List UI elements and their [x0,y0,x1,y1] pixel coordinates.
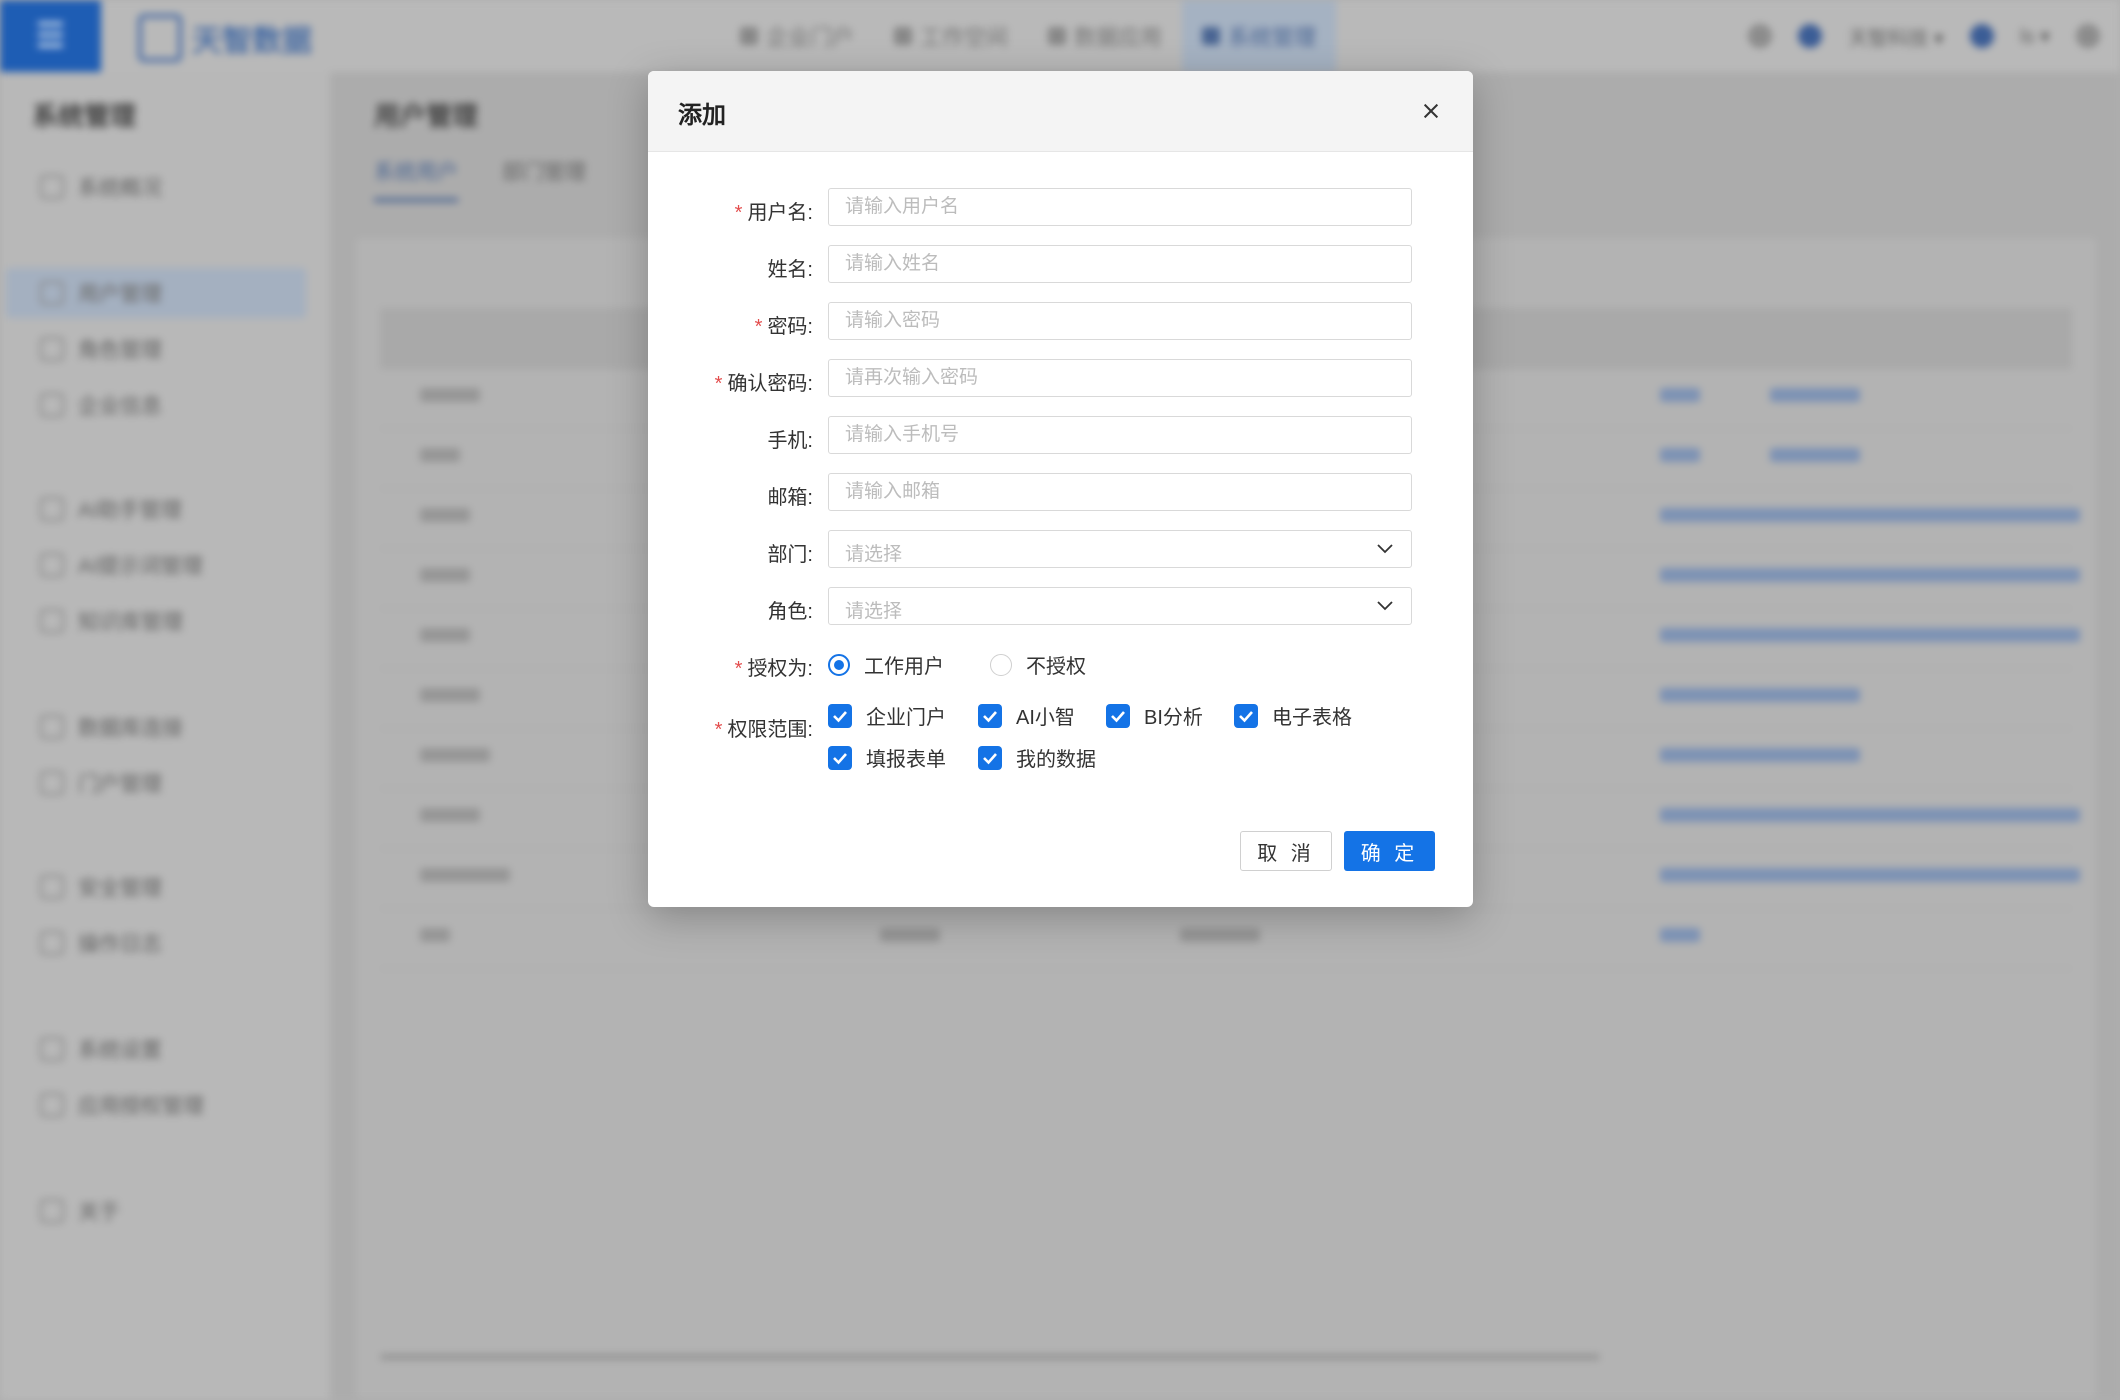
checkbox-label: AI小智 [1016,707,1075,729]
radio-unchecked-icon[interactable] [990,653,1012,676]
form-row-role: 角色: 请选择 [648,587,1473,627]
required-mark: * [754,316,763,338]
department-placeholder: 请选择 [845,544,903,565]
password-input[interactable] [828,302,1412,340]
checkbox-label: 电子表格 [1272,707,1352,729]
form-row-password: * 密码: [648,302,1473,342]
form-row-email: 邮箱: [648,473,1473,513]
checkbox-forms[interactable]: 填报表单 [828,743,946,772]
required-mark: * [734,202,743,224]
label-text: 用户名: [747,202,813,224]
checkbox-label: 填报表单 [866,749,946,771]
checkbox-label: 企业门户 [866,707,946,729]
cancel-button[interactable]: 取 消 [1240,831,1332,871]
email-input[interactable] [828,473,1412,511]
radio-work-user[interactable]: 工作用户 [828,650,944,679]
radio-label: 不授权 [1026,656,1086,678]
form-row-phone: 手机: [648,416,1473,456]
checkbox-label: 我的数据 [1016,749,1096,771]
phone-input[interactable] [828,416,1412,454]
chevron-down-icon [1377,601,1393,611]
label-text: 密码: [767,316,813,338]
checkbox-checked-icon[interactable] [828,745,852,770]
department-select[interactable]: 请选择 [828,530,1412,568]
username-label: * 用户名: [735,196,813,225]
checkbox-spreadsheet[interactable]: 电子表格 [1234,701,1352,730]
confirm-button[interactable]: 确 定 [1344,831,1435,871]
confirm-password-label: * 确认密码: [715,367,813,396]
required-mark: * [714,719,723,741]
checkbox-checked-icon[interactable] [978,703,1002,728]
required-mark: * [734,658,743,680]
label-text: 授权为: [747,658,813,680]
label-text: 权限范围: [727,719,813,741]
phone-label: 手机: [767,430,813,452]
username-input[interactable] [828,188,1412,226]
form-row-confirm-password: * 确认密码: [648,359,1473,399]
radio-no-authorize[interactable]: 不授权 [990,650,1086,679]
add-user-dialog: 添加 *用户名: 姓名: *密码: *确认密码: 手机: 邮箱: 部门: 请选择 [648,71,1473,907]
checkbox-bi[interactable]: BI分析 [1106,701,1203,730]
radio-label: 工作用户 [864,656,944,678]
form-row-username: * 用户名: [648,188,1473,228]
confirm-password-input[interactable] [828,359,1412,397]
authorize-label: * 授权为: [735,652,813,681]
department-label: 部门: [767,544,813,566]
fullname-input[interactable] [828,245,1412,283]
checkbox-checked-icon[interactable] [1106,703,1130,728]
email-label: 邮箱: [767,487,813,509]
checkbox-checked-icon[interactable] [978,745,1002,770]
form-row-authorize: * 授权为: 工作用户 不授权 [648,644,1473,684]
checkbox-ai[interactable]: AI小智 [978,701,1075,730]
role-label: 角色: [767,601,813,623]
label-text: 确认密码: [727,373,813,395]
form-row-scope: * 权限范围: 企业门户 AI小智 BI分析 电子表格 填报表单 我的数据 [648,701,1473,791]
checkbox-checked-icon[interactable] [828,703,852,728]
checkbox-my-data[interactable]: 我的数据 [978,743,1096,772]
checkbox-checked-icon[interactable] [1234,703,1258,728]
role-select[interactable]: 请选择 [828,587,1412,625]
form-row-fullname: 姓名: [648,245,1473,285]
close-icon[interactable] [1411,91,1451,131]
role-placeholder: 请选择 [845,601,903,622]
password-label: * 密码: [755,310,813,339]
checkbox-label: BI分析 [1144,707,1203,729]
chevron-down-icon [1377,544,1393,554]
required-mark: * [714,373,723,395]
radio-checked-icon[interactable] [828,653,850,676]
fullname-label: 姓名: [767,259,813,281]
dialog-header: 添加 [648,71,1473,152]
form-row-department: 部门: 请选择 [648,530,1473,570]
scope-label: * 权限范围: [715,713,813,742]
dialog-title: 添加 [678,102,726,129]
checkbox-portal[interactable]: 企业门户 [828,701,946,730]
